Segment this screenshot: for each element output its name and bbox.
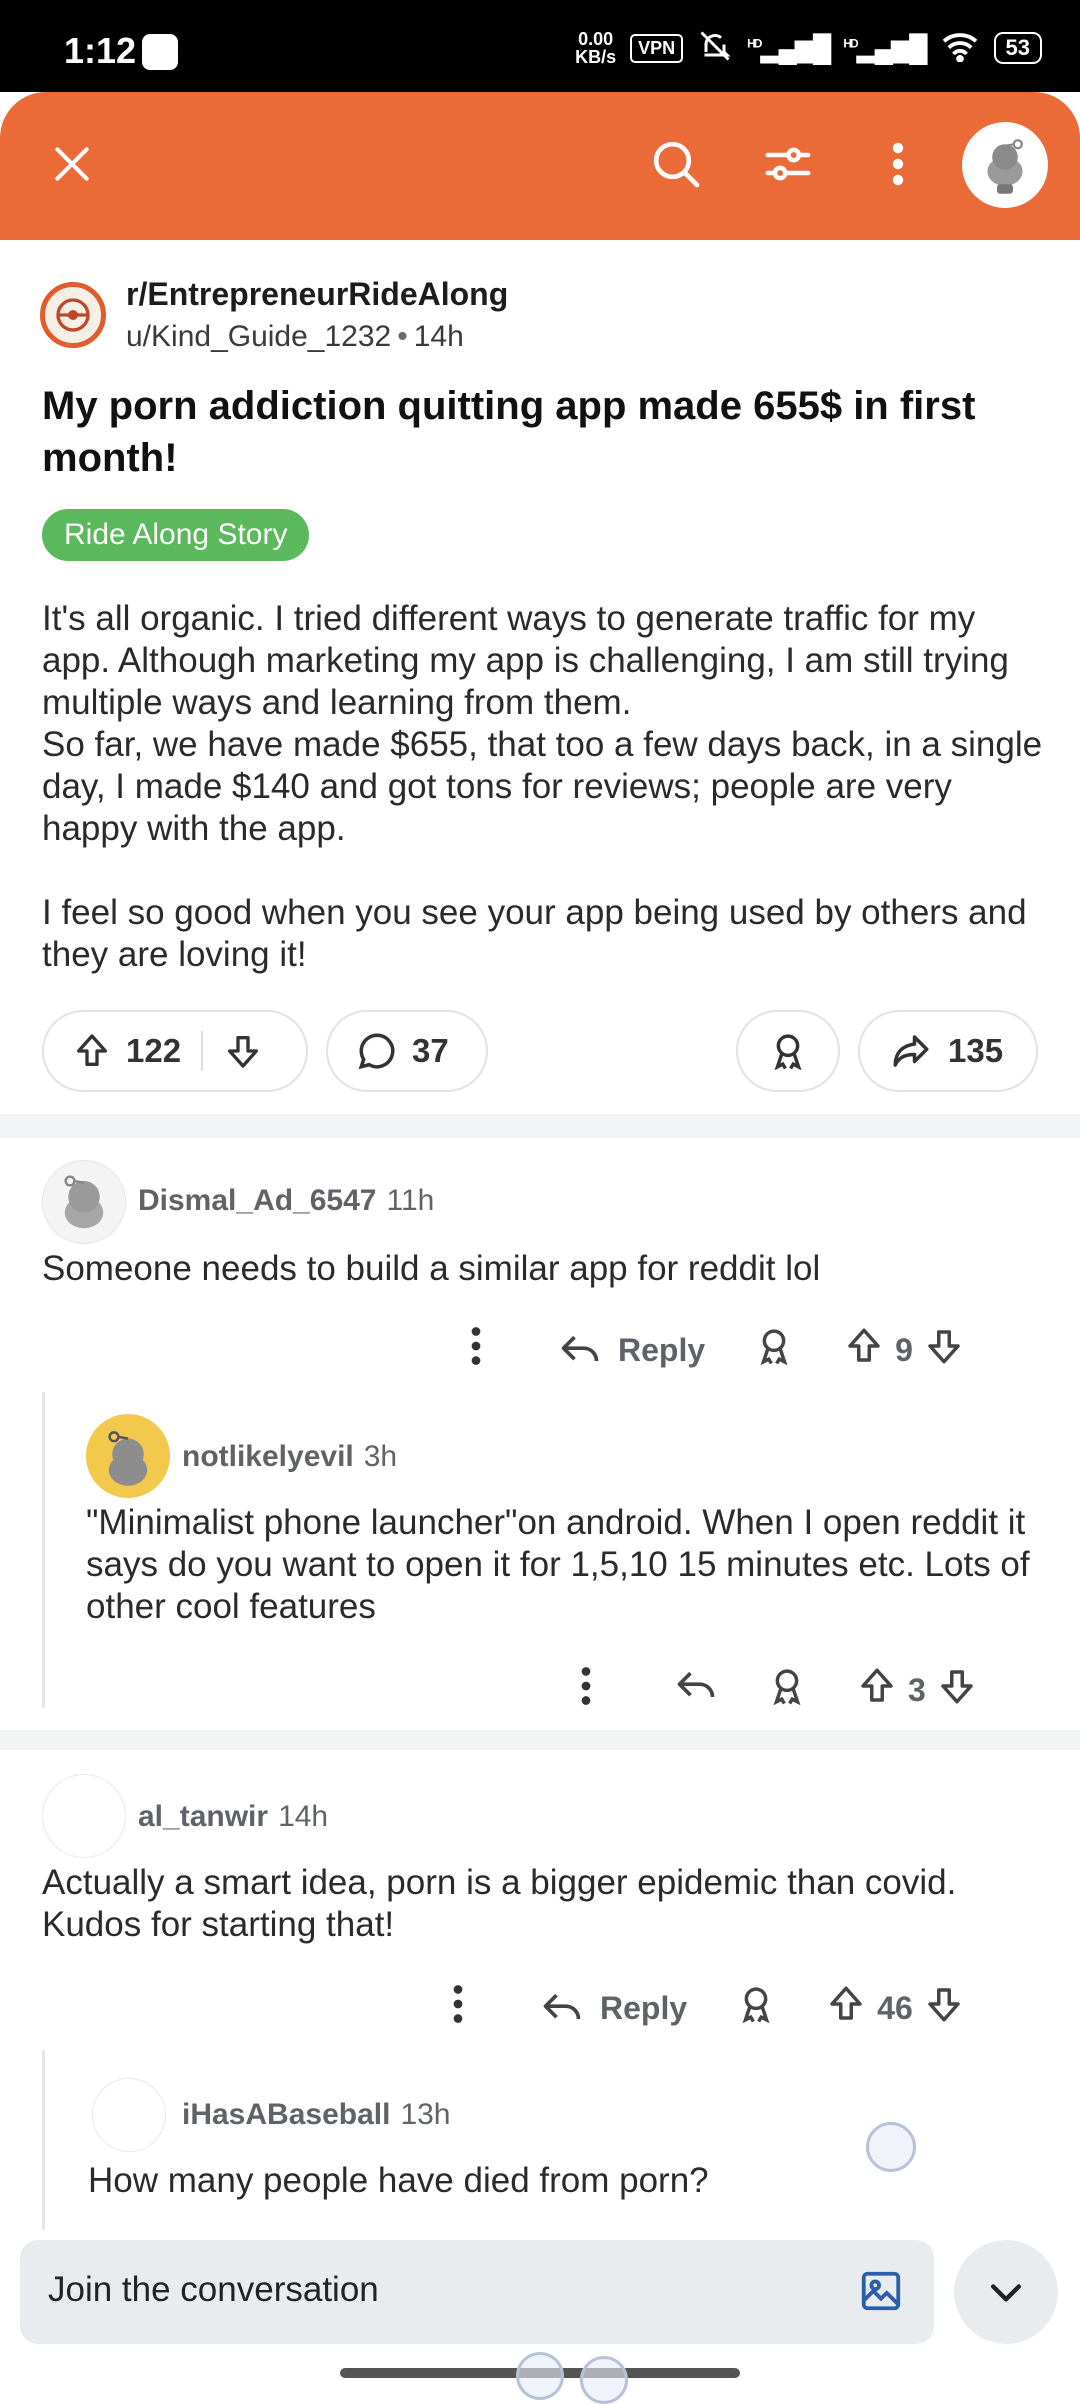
post-author[interactable]: u/Kind_Guide_1232 (126, 320, 391, 353)
upvote-icon[interactable] (843, 1325, 885, 1375)
floating-touch-indicator (580, 2356, 628, 2404)
vote-count: 3 (908, 1671, 926, 1708)
avatar[interactable] (42, 1160, 126, 1244)
comment-author[interactable]: notlikelyevil 3h (182, 1440, 397, 1474)
comment-age: 14h (278, 1800, 329, 1833)
net-speed-unit: KB/s (575, 47, 617, 67)
wifi-icon (940, 30, 980, 67)
share-icon (890, 1030, 932, 1072)
award-icon (767, 1030, 809, 1072)
downvote-icon[interactable] (936, 1665, 978, 1715)
comment-age: 13h (400, 2098, 451, 2131)
image-attach-icon[interactable] (858, 2268, 904, 2319)
comment-actions: 3 (580, 1660, 978, 1720)
more-vertical-icon[interactable] (580, 1666, 592, 1714)
comment-username[interactable]: al_tanwir (138, 1800, 268, 1833)
avatar[interactable] (92, 2078, 166, 2152)
comment-text: How many people have died from porn? (88, 2161, 709, 2200)
status-bar: 1:12 0.00 KB/s VPN HD▂▄▆█ HD▂▄▆█ 53 (0, 0, 1080, 92)
more-vertical-icon[interactable] (470, 1326, 482, 1374)
post-meta: u/Kind_Guide_1232 • 14h (126, 320, 464, 354)
downvote-icon[interactable] (923, 1983, 965, 2033)
post-flair[interactable]: Ride Along Story (42, 509, 310, 561)
comment-actions: Reply 46 (452, 1978, 965, 2038)
comment-username[interactable]: Dismal_Ad_6547 (138, 1184, 376, 1217)
more-vertical-icon[interactable] (452, 1984, 464, 2032)
award-button[interactable] (736, 1010, 840, 1092)
comment-composer[interactable]: Join the conversation (20, 2240, 934, 2344)
comment-age: 11h (386, 1184, 435, 1217)
comment-age: 3h (363, 1440, 398, 1473)
meta-separator: • (397, 320, 408, 353)
comment-author[interactable]: iHasABaseball 13h (182, 2098, 451, 2132)
floating-touch-indicator (866, 2122, 916, 2172)
downvote-icon[interactable] (923, 1325, 965, 1375)
mute-icon (697, 28, 733, 69)
reply-icon[interactable] (674, 1664, 718, 1716)
more-vertical-icon[interactable] (862, 128, 934, 200)
section-divider (0, 1730, 1080, 1750)
comment-text: Actually a smart idea, porn is a bigger … (42, 1863, 957, 1944)
award-icon[interactable] (735, 1983, 777, 2033)
battery-indicator: 53 (993, 32, 1042, 64)
signal-1-label: HD (747, 35, 762, 50)
vpn-badge: VPN (630, 33, 684, 63)
vote-divider (201, 1031, 204, 1071)
comment-username[interactable]: iHasABaseball (182, 2098, 390, 2131)
subreddit-name[interactable]: r/EntrepreneurRideAlong (126, 276, 508, 313)
status-icons: 0.00 KB/s VPN HD▂▄▆█ HD▂▄▆█ 53 (575, 26, 1042, 70)
upvote-icon[interactable] (72, 1031, 112, 1071)
comment-text: Someone needs to build a similar app for… (42, 1249, 821, 1288)
share-button[interactable]: 135 (858, 1010, 1038, 1092)
vote-pill: 122 (42, 1010, 308, 1092)
comment-author[interactable]: al_tanwir 14h (138, 1800, 328, 1834)
post-title: My porn addiction quitting app made 655$… (42, 384, 976, 480)
chevron-down-icon[interactable] (954, 2240, 1058, 2344)
share-count: 135 (948, 1032, 1004, 1069)
comment-icon (356, 1030, 398, 1072)
net-speed: 0.00 KB/s (575, 30, 616, 66)
post-age: 14h (413, 320, 464, 353)
reply-button[interactable]: Reply (540, 1986, 687, 2030)
reply-button[interactable]: Reply (558, 1328, 705, 1372)
search-icon[interactable] (640, 128, 712, 200)
post-header-bar (0, 92, 1080, 240)
snoo-avatar-icon[interactable] (962, 122, 1048, 208)
notification-icon (142, 34, 178, 70)
upvote-icon[interactable] (856, 1665, 898, 1715)
comments-button[interactable]: 37 (326, 1010, 488, 1092)
sort-filter-icon[interactable] (752, 128, 824, 200)
vote-count: 46 (877, 1989, 913, 2026)
upvote-count: 122 (126, 1032, 182, 1069)
comment-author[interactable]: Dismal_Ad_6547 11h (138, 1184, 434, 1218)
award-icon[interactable] (766, 1665, 808, 1715)
comment-count: 37 (412, 1032, 449, 1069)
close-icon[interactable] (36, 128, 108, 200)
composer-placeholder[interactable]: Join the conversation (48, 2270, 379, 2310)
avatar[interactable] (42, 1774, 126, 1858)
vote-count: 9 (895, 1331, 913, 1368)
subreddit-icon[interactable] (40, 282, 106, 348)
post-body: It's all organic. I tried different ways… (42, 599, 1043, 974)
net-speed-value: 0.00 (578, 29, 614, 49)
status-time: 1:12 (64, 30, 137, 71)
section-divider (0, 1114, 1080, 1138)
avatar[interactable] (86, 1414, 170, 1498)
signal-2-label: HD (843, 35, 858, 50)
comment-actions: Reply 9 (470, 1320, 965, 1380)
award-icon[interactable] (753, 1325, 795, 1375)
reply-label: Reply (618, 1331, 706, 1368)
floating-touch-indicator (516, 2352, 564, 2400)
signal-icon-1: HD▂▄▆█ (747, 32, 831, 63)
comment-text: "Minimalist phone launcher"on android. W… (86, 1503, 1030, 1626)
upvote-icon[interactable] (825, 1983, 867, 2033)
downvote-icon[interactable] (223, 1031, 263, 1071)
thread-line[interactable] (42, 1392, 45, 1708)
signal-icon-2: HD▂▄▆█ (843, 32, 927, 63)
thread-line[interactable] (42, 2050, 45, 2230)
comment-username[interactable]: notlikelyevil (182, 1440, 354, 1473)
reply-label: Reply (600, 1989, 688, 2026)
